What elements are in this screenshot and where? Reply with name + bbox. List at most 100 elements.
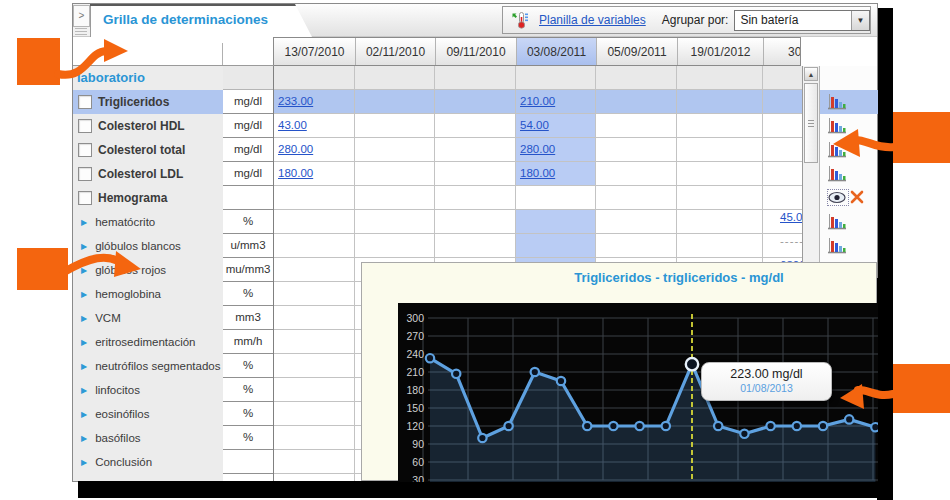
grid-cell[interactable]: 54.00 bbox=[516, 114, 596, 138]
grid-cell[interactable] bbox=[596, 210, 677, 234]
checkbox[interactable] bbox=[78, 119, 92, 133]
grid-cell[interactable] bbox=[435, 162, 516, 186]
grid-cell[interactable] bbox=[435, 186, 516, 210]
dropdown-arrow-icon[interactable]: ▼ bbox=[851, 11, 869, 30]
expand-arrow-icon[interactable]: ▶ bbox=[81, 410, 87, 419]
grid-cell[interactable] bbox=[677, 90, 763, 114]
grid-cell[interactable] bbox=[274, 378, 355, 402]
value-link[interactable]: 210.00 bbox=[520, 95, 555, 107]
grid-cell[interactable] bbox=[274, 282, 355, 306]
sidebar-item-trigliceridos[interactable]: Trigliceridos bbox=[73, 90, 223, 114]
expand-arrow-icon[interactable]: ▶ bbox=[81, 290, 87, 299]
sidebar-item-gl-bulos-blancos[interactable]: ▶glóbulos blancos bbox=[73, 234, 223, 258]
grid-cell[interactable] bbox=[274, 474, 355, 481]
grid-cell[interactable] bbox=[677, 162, 763, 186]
expand-arrow-icon[interactable]: ▶ bbox=[81, 458, 87, 467]
grid-cell[interactable]: 180.00 bbox=[274, 162, 355, 186]
sidebar-item-colesterol-total[interactable]: Colesterol total bbox=[73, 138, 223, 162]
grid-cell[interactable] bbox=[274, 402, 355, 426]
grid-cell[interactable]: 43.00 bbox=[274, 114, 355, 138]
grid-cell[interactable] bbox=[274, 306, 355, 330]
grid-cell[interactable] bbox=[596, 186, 677, 210]
value-link[interactable]: 233.00 bbox=[278, 95, 313, 107]
sidebar-item-eosin-filos[interactable]: ▶eosinófilos bbox=[73, 402, 223, 426]
value-link[interactable]: 280.00 bbox=[520, 143, 555, 155]
grid-cell[interactable] bbox=[677, 138, 763, 162]
grid-cell[interactable]: 45.00 bbox=[763, 210, 802, 234]
grid-cell[interactable] bbox=[596, 234, 677, 258]
bar-chart-icon[interactable] bbox=[827, 213, 847, 235]
grid-cell[interactable] bbox=[355, 138, 435, 162]
grid-cell[interactable] bbox=[355, 234, 435, 258]
date-header-6[interactable]: 30/ bbox=[763, 38, 801, 65]
grid-cell[interactable] bbox=[355, 162, 435, 186]
grid-cell[interactable] bbox=[677, 114, 763, 138]
date-header-4[interactable]: 05/09/2011 bbox=[596, 38, 677, 65]
grid-cell[interactable] bbox=[516, 234, 596, 258]
grid-cell[interactable] bbox=[274, 354, 355, 378]
sidebar-item-hemat-crito[interactable]: ▶hematócrito bbox=[73, 210, 223, 234]
date-header-0[interactable]: 13/07/2010 bbox=[274, 38, 355, 65]
grid-cell[interactable]: 210.00 bbox=[516, 90, 596, 114]
planilla-de-variables-link[interactable]: Planilla de variables bbox=[539, 13, 646, 27]
grid-cell[interactable] bbox=[274, 426, 355, 450]
grid-cell[interactable] bbox=[435, 138, 516, 162]
grid-cell[interactable] bbox=[677, 186, 763, 210]
grid-cell[interactable] bbox=[763, 90, 802, 114]
sidebar-item-bas-filos[interactable]: ▶basófilos bbox=[73, 426, 223, 450]
sidebar-item-eritrosedimentaci-n[interactable]: ▶eritrosedimentación bbox=[73, 330, 223, 354]
date-header-5[interactable]: 19/01/2012 bbox=[677, 38, 763, 65]
grid-cell[interactable] bbox=[274, 450, 355, 474]
value-link[interactable]: 45.00 bbox=[780, 211, 802, 223]
expand-arrow-icon[interactable]: ▶ bbox=[81, 314, 87, 323]
value-link[interactable]: 280.00 bbox=[278, 143, 313, 155]
scrollbar-thumb[interactable] bbox=[804, 83, 818, 163]
grid-cell[interactable]: ------- bbox=[763, 234, 802, 258]
grid-cell[interactable] bbox=[763, 138, 802, 162]
checkbox[interactable] bbox=[78, 167, 92, 181]
eye-and-delete-icons[interactable] bbox=[827, 189, 865, 207]
grid-cell[interactable] bbox=[596, 90, 677, 114]
expand-arrow-icon[interactable]: ▶ bbox=[81, 434, 87, 443]
value-link[interactable]: 54.00 bbox=[520, 119, 549, 131]
grid-cell[interactable] bbox=[763, 162, 802, 186]
grid-cell[interactable] bbox=[274, 330, 355, 354]
grid-cell[interactable] bbox=[763, 186, 802, 210]
grid-cell[interactable]: 280.00 bbox=[274, 138, 355, 162]
checkbox[interactable] bbox=[78, 143, 92, 157]
grid-cell[interactable] bbox=[274, 258, 355, 282]
expand-arrow-icon[interactable]: ▶ bbox=[81, 266, 87, 275]
grid-cell[interactable] bbox=[274, 210, 355, 234]
collapse-icon[interactable]: > bbox=[73, 5, 90, 27]
grid-cell[interactable] bbox=[596, 138, 677, 162]
grid-cell[interactable] bbox=[435, 90, 516, 114]
grid-cell[interactable] bbox=[435, 234, 516, 258]
grid-cell[interactable]: 233.00 bbox=[274, 90, 355, 114]
grid-cell[interactable] bbox=[516, 186, 596, 210]
grid-cell[interactable] bbox=[355, 186, 435, 210]
date-header-3[interactable]: 03/08/2011 bbox=[516, 38, 596, 65]
grid-cell[interactable] bbox=[677, 234, 763, 258]
bar-chart-icon[interactable] bbox=[827, 237, 847, 259]
grid-cell[interactable] bbox=[677, 210, 763, 234]
expand-arrow-icon[interactable]: ▶ bbox=[81, 242, 87, 251]
grid-cell[interactable] bbox=[516, 210, 596, 234]
sidebar-item-colesterol-hdl[interactable]: Colesterol HDL bbox=[73, 114, 223, 138]
sidebar-item-linfocitos[interactable]: ▶linfocitos bbox=[73, 378, 223, 402]
sidebar-item-conclusi-n[interactable]: ▶Conclusión bbox=[73, 450, 223, 474]
grid-cell[interactable] bbox=[596, 162, 677, 186]
grid-cell[interactable] bbox=[435, 210, 516, 234]
expand-arrow-icon[interactable]: ▶ bbox=[81, 386, 87, 395]
scroll-up-button[interactable]: ▲ bbox=[804, 67, 818, 81]
sidebar-item-vcm[interactable]: ▶VCM bbox=[73, 306, 223, 330]
date-header-2[interactable]: 09/11/2010 bbox=[435, 38, 516, 65]
bar-chart-icon[interactable] bbox=[827, 141, 847, 163]
grid-cell[interactable] bbox=[274, 234, 355, 258]
value-link[interactable]: 180.00 bbox=[278, 167, 313, 179]
collapse-splitter[interactable]: > bbox=[73, 4, 91, 36]
grid-cell[interactable] bbox=[763, 114, 802, 138]
grid-cell[interactable]: 180.00 bbox=[516, 162, 596, 186]
sidebar-item-colesterol-ldl[interactable]: Colesterol LDL bbox=[73, 162, 223, 186]
group-by-select[interactable]: Sin batería ▼ bbox=[734, 10, 870, 31]
grid-cell[interactable] bbox=[274, 186, 355, 210]
